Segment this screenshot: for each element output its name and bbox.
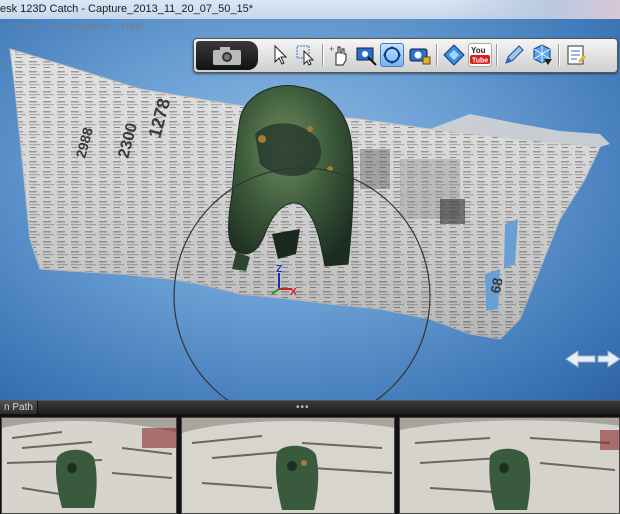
splitter-grip[interactable]: ••• [296,403,310,413]
add-point-hand-icon: + [329,44,347,66]
pen-edit-button[interactable] [502,43,526,67]
thumbnail[interactable] [399,417,620,514]
export-mesh-button[interactable] [530,43,554,67]
photo-filmstrip [0,414,620,514]
notes-button[interactable] [564,43,588,67]
orbit-icon [383,46,401,64]
camera-icon [213,47,241,65]
nav-arrows-icon [565,350,620,368]
youtube-icon: You Tube [470,46,490,65]
crop-camera-button[interactable] [354,43,378,67]
publish-icon [443,44,465,66]
title-bar: esk 123D Catch - Capture_2013_11_20_07_5… [0,0,620,20]
camera-lock-icon [409,48,431,65]
select-region-button[interactable] [294,43,318,67]
add-point-button[interactable]: + [328,43,352,67]
crop-camera-icon [356,47,377,66]
3d-viewport[interactable]: 1278 2300 2988 68 Z X t View Marketplace… [0,19,620,400]
youtube-button[interactable]: You Tube [468,43,492,67]
select-arrow-icon [274,44,288,65]
axis-z-label: Z [276,264,282,275]
thumbnail[interactable] [1,417,177,514]
menu-item-help[interactable]: Help [121,21,144,33]
menu-item-marketplace[interactable]: Marketplace [50,21,110,33]
newspaper-number-4: 68 [487,276,505,294]
menu-item-view[interactable]: View [15,21,39,33]
thumbnail-image [182,418,394,513]
camera-lock-button[interactable] [408,43,432,67]
tab-path[interactable]: n Path [0,401,38,415]
capture-button[interactable] [196,41,258,70]
svg-text:You: You [471,46,486,55]
export-mesh-icon [533,44,552,65]
pen-edit-icon [505,45,524,64]
publish-button[interactable] [442,43,466,67]
menu-item-file[interactable]: t [0,21,3,33]
thumbnail[interactable] [181,417,395,514]
main-toolbar: + You Tube [193,38,618,73]
axis-x-label: X [290,287,297,298]
thumbnail-image [2,418,176,513]
orbit-button[interactable] [380,43,404,67]
thumbnail-image [400,418,619,513]
title-bar-decoration [440,0,620,19]
select-region-icon [296,45,315,66]
notes-icon [567,45,586,65]
bronze-helmet-model [228,85,354,271]
panel-splitter[interactable]: n Path ••• [0,400,620,415]
window-title: esk 123D Catch - Capture_2013_11_20_07_5… [0,3,253,15]
svg-text:Tube: Tube [472,58,488,65]
svg-text:+: + [329,44,334,54]
select-arrow-button[interactable] [268,43,292,67]
scene-render: 1278 2300 2988 68 Z X [9,48,620,400]
